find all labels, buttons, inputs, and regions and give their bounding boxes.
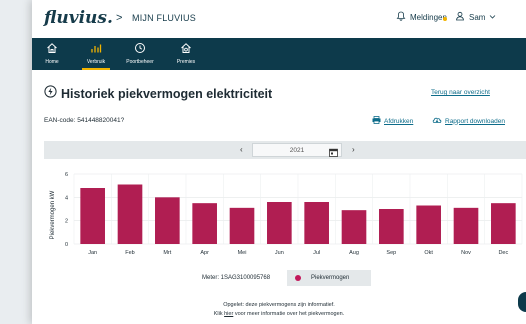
y-tick-label: 6 — [65, 172, 68, 178]
top-header: fluvius. > MIJN FLUVIUS Meldingen Sam — [32, 0, 526, 38]
lightning-icon — [44, 85, 57, 103]
x-tick-label: Jun — [275, 250, 284, 256]
breadcrumb-separator: > — [116, 12, 123, 24]
y-tick-label: 0 — [65, 242, 68, 248]
info-link-line: Klik hier voor meer informatie over het … — [32, 311, 526, 317]
chat-button[interactable] — [518, 292, 526, 312]
bar-jul[interactable] — [304, 202, 329, 244]
bell-icon — [396, 11, 406, 23]
x-tick-label: Nov — [461, 250, 471, 256]
notifications-button[interactable]: Meldingen — [396, 11, 447, 23]
bar-jan[interactable] — [80, 188, 105, 244]
bar-chart-icon — [90, 40, 102, 56]
ean-code: EAN-code: 541448820041? — [44, 117, 125, 124]
nav-label-verbruik: Verbruik — [86, 59, 106, 65]
premium-house-icon — [180, 40, 192, 56]
x-tick-label: Jul — [313, 250, 320, 256]
legend-dot — [295, 275, 301, 281]
app-window: fluvius. > MIJN FLUVIUS Meldingen Sam Ho… — [32, 0, 526, 324]
main-nav: Home Verbruik Poortbeheer Premies — [32, 38, 526, 70]
nav-label-premies: Premies — [176, 59, 196, 65]
notification-dot — [443, 17, 447, 21]
x-tick-label: Sep — [386, 250, 396, 256]
x-tick-label: Jan — [88, 250, 97, 256]
bar-okt[interactable] — [416, 205, 441, 245]
next-year-button[interactable]: › — [352, 145, 355, 154]
download-report-link[interactable]: Rapport downloaden — [432, 116, 505, 126]
x-tick-label: Okt — [424, 250, 433, 256]
nav-label-poortbeheer: Poortbeheer — [126, 59, 154, 65]
year-selector-bar: ‹ 2021 › — [44, 141, 526, 159]
info-note: Opgelet: deze piekvermogens zijn informa… — [223, 302, 335, 308]
download-label: Rapport downloaden — [445, 117, 505, 125]
nav-label-home: Home — [45, 59, 59, 65]
page-title-row: Historiek piekvermogen elektriciteit — [44, 85, 272, 103]
page-title: Historiek piekvermogen elektriciteit — [61, 87, 273, 101]
bar-dec[interactable] — [491, 203, 516, 244]
print-link[interactable]: Afdrukken — [372, 116, 413, 126]
bar-nov[interactable] — [453, 207, 479, 244]
printer-icon — [372, 116, 381, 126]
bar-mei[interactable] — [229, 207, 255, 244]
peak-power-chart: Piekvermogen kW 0 2 4 6 Jan Feb Mrt Apr Mei Jun Ju… — [50, 172, 523, 256]
calendar-icon[interactable] — [329, 144, 338, 162]
notifications-label: Meldingen — [410, 12, 447, 22]
user-menu[interactable]: Sam — [455, 11, 496, 23]
house-icon — [46, 40, 58, 56]
x-tick-label: Mrt — [163, 250, 171, 256]
bar-mrt[interactable] — [155, 197, 180, 244]
bar-apr[interactable] — [192, 203, 217, 244]
bar-feb[interactable] — [117, 184, 143, 245]
x-tick-label: Aug — [349, 250, 359, 256]
meter-icon — [134, 40, 146, 56]
nav-item-premies[interactable]: Premies — [166, 40, 206, 70]
x-tick-label: Apr — [200, 250, 209, 256]
user-name: Sam — [469, 12, 486, 22]
bar-aug[interactable] — [341, 210, 367, 244]
nav-item-verbruik[interactable]: Verbruik — [76, 40, 116, 70]
nav-item-poortbeheer[interactable]: Poortbeheer — [120, 40, 160, 70]
x-tick-label: Dec — [498, 250, 508, 256]
fluvius-logo[interactable]: fluvius. — [44, 8, 113, 28]
nav-item-home[interactable]: Home — [32, 40, 72, 70]
breadcrumb-mijn-fluvius[interactable]: MIJN FLUVIUS — [132, 13, 196, 23]
info-link-prefix: Klik — [213, 311, 225, 317]
info-link-suffix: voor meer informatie over het piekvermog… — [233, 311, 345, 317]
bar-sep[interactable] — [379, 209, 404, 244]
x-tick-label: Feb — [125, 250, 134, 256]
y-tick-label: 2 — [65, 219, 68, 225]
y-tick-label: 4 — [65, 195, 68, 201]
year-value: 2021 — [289, 146, 305, 154]
previous-year-button[interactable]: ‹ — [240, 145, 243, 154]
cloud-download-icon — [432, 116, 442, 126]
print-label: Afdrukken — [384, 117, 414, 125]
back-to-overview-link[interactable]: Terug naar overzicht — [431, 89, 490, 96]
x-tick-label: Mei — [238, 250, 247, 256]
info-here-link[interactable]: hier — [224, 311, 233, 317]
user-icon — [455, 11, 465, 23]
y-axis-label: Piekvermogen kW — [50, 190, 56, 239]
chevron-down-icon — [489, 13, 496, 22]
meter-label: Meter: 1SAG3100095768 — [202, 275, 271, 281]
legend-toggle-piekvermogen[interactable]: Piekvermogen — [287, 270, 371, 286]
legend-series-label: Piekvermogen — [311, 275, 350, 281]
bar-jun[interactable] — [267, 202, 292, 244]
